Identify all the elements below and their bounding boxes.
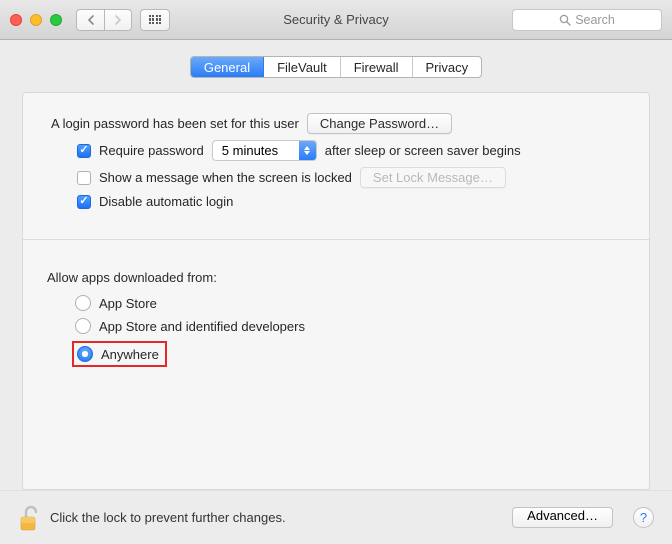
radio-anywhere[interactable] [77, 346, 93, 362]
change-password-button[interactable]: Change Password… [307, 113, 452, 134]
disable-auto-login-label: Disable automatic login [99, 194, 233, 209]
search-placeholder: Search [575, 13, 615, 27]
radio-row-anywhere[interactable]: Anywhere [72, 341, 167, 367]
password-set-label: A login password has been set for this u… [51, 116, 299, 131]
preferences-window: Security & Privacy Search General FileVa… [0, 0, 672, 544]
tab-filevault[interactable]: FileVault [264, 57, 341, 77]
require-password-after-label: after sleep or screen saver begins [325, 143, 521, 158]
titlebar: Security & Privacy Search [0, 0, 672, 40]
radio-identified-label: App Store and identified developers [99, 319, 305, 334]
divider [23, 239, 649, 240]
radio-row-appstore[interactable]: App Store [75, 295, 157, 311]
zoom-window-button[interactable] [50, 14, 62, 26]
chevron-left-icon [87, 15, 95, 25]
show-message-checkbox[interactable] [77, 171, 91, 185]
show-message-label: Show a message when the screen is locked [99, 170, 352, 185]
tab-group: General FileVault Firewall Privacy [190, 56, 482, 78]
tab-firewall[interactable]: Firewall [341, 57, 413, 77]
stepper-arrows-icon [299, 141, 316, 160]
radio-anywhere-label: Anywhere [101, 347, 159, 362]
set-lock-message-button: Set Lock Message… [360, 167, 506, 188]
radio-identified[interactable] [75, 318, 91, 334]
require-password-delay-value: 5 minutes [222, 143, 278, 158]
close-window-button[interactable] [10, 14, 22, 26]
help-button[interactable]: ? [633, 507, 654, 528]
content-area: General FileVault Firewall Privacy A log… [0, 40, 672, 490]
grid-icon [149, 15, 162, 24]
radio-appstore-label: App Store [99, 296, 157, 311]
require-password-checkbox[interactable] [77, 144, 91, 158]
radio-appstore[interactable] [75, 295, 91, 311]
footer: Click the lock to prevent further change… [0, 490, 672, 544]
lock-icon[interactable] [18, 504, 40, 532]
gatekeeper-section-label: Allow apps downloaded from: [47, 270, 625, 285]
advanced-button[interactable]: Advanced… [512, 507, 613, 528]
nav-buttons [76, 9, 132, 31]
minimize-window-button[interactable] [30, 14, 42, 26]
chevron-right-icon [114, 15, 122, 25]
general-panel: A login password has been set for this u… [22, 92, 650, 490]
forward-button[interactable] [104, 9, 132, 31]
traffic-lights [10, 14, 62, 26]
search-input[interactable]: Search [512, 9, 662, 31]
disable-auto-login-checkbox[interactable] [77, 195, 91, 209]
gatekeeper-radio-group: App Store App Store and identified devel… [75, 295, 625, 367]
show-all-button[interactable] [140, 9, 170, 31]
tab-privacy[interactable]: Privacy [413, 57, 482, 77]
require-password-label: Require password [99, 143, 204, 158]
tab-general[interactable]: General [191, 57, 264, 77]
search-icon [559, 14, 571, 26]
lock-description: Click the lock to prevent further change… [50, 510, 286, 525]
radio-row-identified[interactable]: App Store and identified developers [75, 318, 305, 334]
require-password-delay-popup[interactable]: 5 minutes [212, 140, 317, 161]
back-button[interactable] [76, 9, 104, 31]
